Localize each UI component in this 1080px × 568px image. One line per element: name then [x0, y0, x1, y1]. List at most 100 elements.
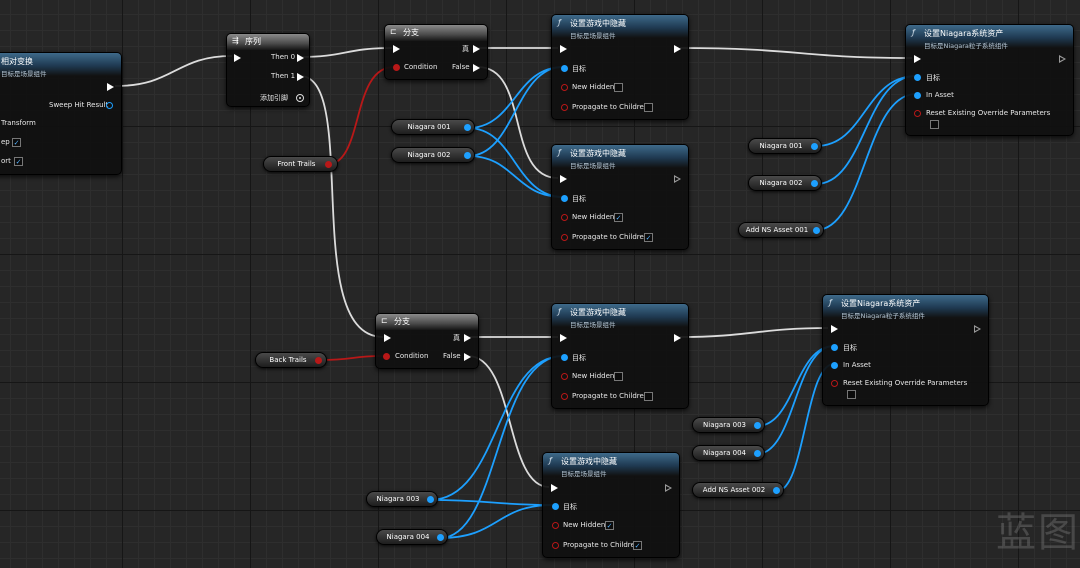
in-asset-pin[interactable]	[831, 362, 838, 369]
exec-in-pin[interactable]	[831, 325, 838, 333]
variable-niagara-004-b[interactable]: Niagara 004	[692, 445, 765, 461]
target-pin[interactable]	[831, 344, 838, 351]
new-hidden-pin[interactable]	[552, 522, 559, 529]
variable-output-pin[interactable]	[464, 124, 471, 131]
variable-label: Niagara 003	[703, 421, 746, 429]
target-pin[interactable]	[552, 503, 559, 510]
object-wire	[467, 127, 564, 198]
node-header: ⇶ 序列	[227, 34, 309, 50]
variable-add-ns-asset-001[interactable]: Add NS Asset 001	[738, 222, 824, 238]
new-hidden-checkbox[interactable]	[614, 83, 623, 92]
function-icon: ƒ	[829, 298, 832, 307]
sequence-node[interactable]: ⇶ 序列 Then 0 Then 1 添加引脚	[226, 33, 310, 107]
propagate-pin[interactable]	[561, 104, 568, 111]
sweep-hit-result-pin[interactable]	[106, 102, 113, 109]
set-niagara-asset-node-2[interactable]: ƒ 设置Niagara系统资产 目标是Niagara粒子系统组件 目标 In A…	[822, 294, 989, 406]
reset-checkbox[interactable]	[930, 120, 939, 129]
branch-node-front[interactable]: ⊏ 分支 真 Condition False	[384, 24, 488, 80]
variable-output-pin[interactable]	[464, 152, 471, 159]
set-hidden-in-game-node-3[interactable]: ƒ 设置游戏中隐藏 目标是场景组件 目标 New Hidden Propagat…	[551, 303, 689, 409]
then0-pin[interactable]	[297, 54, 304, 62]
variable-niagara-004[interactable]: Niagara 004	[376, 529, 448, 545]
set-hidden-in-game-node-2[interactable]: ƒ 设置游戏中隐藏 目标是场景组件 目标 New Hidden ✓ Propag…	[551, 144, 689, 250]
set-hidden-in-game-node-1[interactable]: ƒ 设置游戏中隐藏 目标是场景组件 目标 New Hidden Propagat…	[551, 14, 689, 120]
variable-add-ns-asset-002[interactable]: Add NS Asset 002	[692, 482, 784, 498]
variable-output-pin[interactable]	[437, 534, 444, 541]
variable-output-pin[interactable]	[427, 496, 434, 503]
new-hidden-checkbox[interactable]: ✓	[614, 213, 623, 222]
false-pin[interactable]	[473, 64, 480, 72]
variable-output-pin[interactable]	[315, 357, 322, 364]
true-pin[interactable]	[464, 334, 471, 342]
target-pin[interactable]	[561, 195, 568, 202]
exec-in-pin[interactable]	[393, 45, 400, 53]
exec-in-pin[interactable]	[234, 54, 241, 62]
propagate-pin[interactable]	[561, 393, 568, 400]
target-pin[interactable]	[561, 354, 568, 361]
exec-in-pin[interactable]	[384, 334, 391, 342]
variable-niagara-001-b[interactable]: Niagara 001	[748, 138, 822, 154]
target-pin[interactable]	[914, 74, 921, 81]
propagate-checkbox[interactable]: ✓	[633, 541, 642, 550]
exec-out-pin[interactable]	[674, 45, 681, 53]
propagate-checkbox[interactable]	[644, 392, 653, 401]
exec-out-pin[interactable]	[674, 334, 681, 342]
propagate-checkbox[interactable]	[644, 103, 653, 112]
propagate-pin[interactable]	[552, 542, 559, 549]
variable-output-pin[interactable]	[811, 143, 818, 150]
target-pin[interactable]	[561, 65, 568, 72]
true-pin[interactable]	[473, 45, 480, 53]
reset-pin[interactable]	[914, 110, 921, 117]
variable-label: Back Trails	[269, 356, 307, 364]
exec-out-pin[interactable]	[1059, 55, 1066, 63]
branch-node-back[interactable]: ⊏ 分支 真 Condition False	[375, 313, 479, 369]
variable-niagara-002[interactable]: Niagara 002	[391, 147, 475, 163]
condition-pin[interactable]	[393, 64, 400, 71]
exec-out-pin[interactable]	[107, 83, 114, 91]
variable-output-pin[interactable]	[754, 422, 761, 429]
variable-output-pin[interactable]	[811, 180, 818, 187]
new-hidden-checkbox[interactable]	[614, 372, 623, 381]
variable-output-pin[interactable]	[813, 227, 820, 234]
teleport-checkbox[interactable]: ✓	[14, 157, 23, 166]
false-pin[interactable]	[464, 353, 471, 361]
condition-pin[interactable]	[383, 353, 390, 360]
new-hidden-pin[interactable]	[561, 84, 568, 91]
new-hidden-pin[interactable]	[561, 373, 568, 380]
variable-niagara-003[interactable]: Niagara 003	[366, 491, 438, 507]
exec-in-pin[interactable]	[560, 45, 567, 53]
add-pin-label[interactable]: 添加引脚	[260, 93, 288, 103]
variable-niagara-003-b[interactable]: Niagara 003	[692, 417, 765, 433]
target-label: 目标	[843, 344, 857, 352]
reset-checkbox[interactable]	[847, 390, 856, 399]
propagate-checkbox[interactable]: ✓	[644, 233, 653, 242]
sweep-checkbox[interactable]: ✓	[12, 138, 21, 147]
exec-in-pin[interactable]	[560, 175, 567, 183]
new-hidden-checkbox[interactable]: ✓	[605, 521, 614, 530]
variable-output-pin[interactable]	[325, 161, 332, 168]
exec-in-pin[interactable]	[560, 334, 567, 342]
variable-output-pin[interactable]	[754, 450, 761, 457]
then1-pin[interactable]	[297, 73, 304, 81]
set-hidden-in-game-node-4[interactable]: ƒ 设置游戏中隐藏 目标是场景组件 目标 New Hidden ✓ Propag…	[542, 452, 680, 558]
exec-out-pin[interactable]	[974, 325, 981, 333]
propagate-label: Propagate to Children	[572, 103, 649, 111]
add-pin-icon[interactable]	[296, 94, 304, 102]
exec-out-pin[interactable]	[674, 175, 681, 183]
variable-niagara-001[interactable]: Niagara 001	[391, 119, 475, 135]
set-niagara-asset-node-1[interactable]: ƒ 设置Niagara系统资产 目标是Niagara粒子系统组件 目标 In A…	[905, 24, 1074, 136]
variable-front-trails[interactable]: Front Trails	[263, 156, 338, 172]
in-asset-pin[interactable]	[914, 92, 921, 99]
object-wire	[815, 93, 917, 231]
exec-in-pin[interactable]	[551, 484, 558, 492]
variable-output-pin[interactable]	[773, 487, 780, 494]
new-hidden-pin[interactable]	[561, 214, 568, 221]
reset-pin[interactable]	[831, 380, 838, 387]
variable-back-trails[interactable]: Back Trails	[255, 352, 327, 368]
exec-out-pin[interactable]	[665, 484, 672, 492]
set-relative-transform-node[interactable]: 相对变换 目标是场景组件 Sweep Hit Result Transform …	[0, 52, 122, 175]
variable-niagara-002-b[interactable]: Niagara 002	[748, 175, 822, 191]
function-icon: ƒ	[549, 456, 552, 465]
propagate-pin[interactable]	[561, 234, 568, 241]
exec-in-pin[interactable]	[914, 55, 921, 63]
